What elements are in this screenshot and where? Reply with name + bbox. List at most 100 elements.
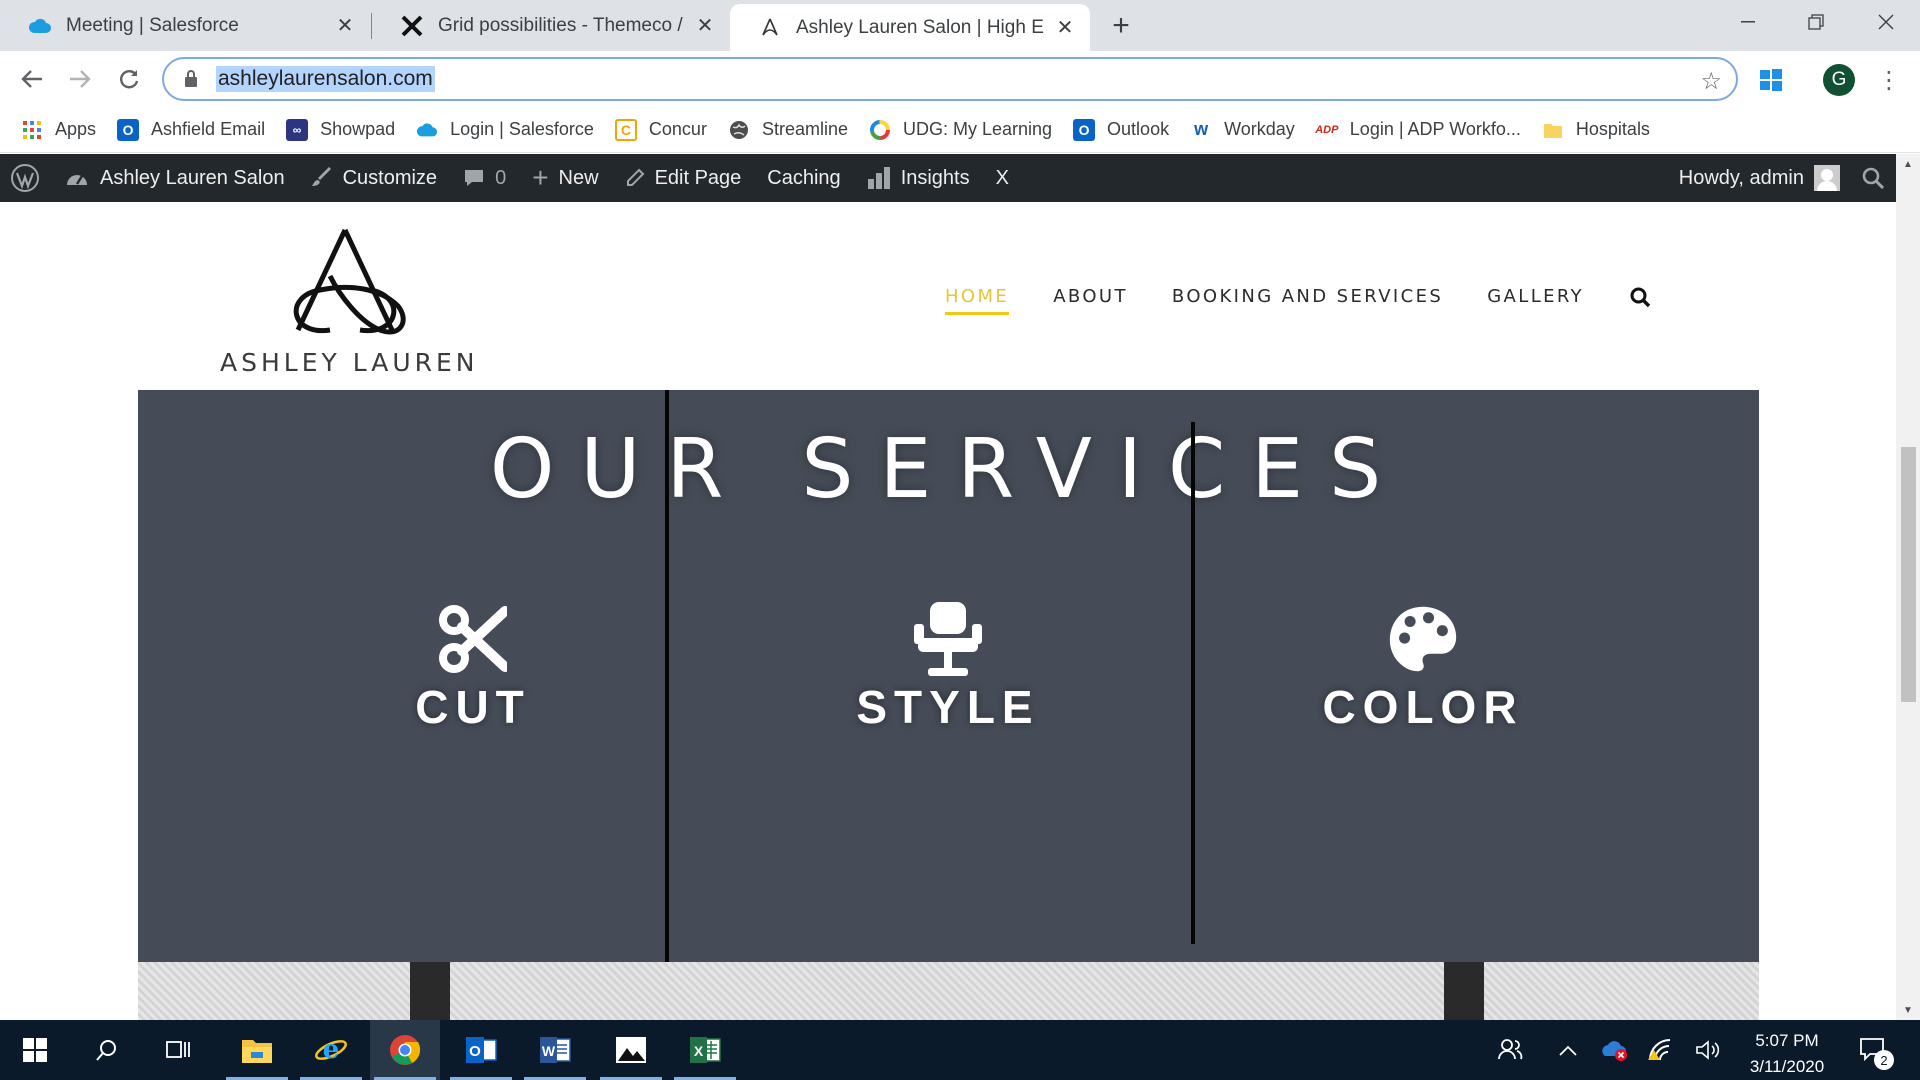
page-scrollbar[interactable]: ▲ ▼ [1896,154,1920,1020]
bookmark-login-salesforce[interactable]: Login | Salesforce [416,119,594,141]
tab-salesforce[interactable]: Meeting | Salesforce ✕ [0,0,370,51]
wordpress-logo-icon[interactable] [10,163,40,193]
photo-detail [1444,962,1484,1020]
service-label: CUT [415,681,531,733]
bookmark-workday[interactable]: w Workday [1190,119,1295,141]
adminbar-insights[interactable]: Insights [867,167,970,190]
adminbar-customize[interactable]: Customize [311,167,437,190]
tab-ashley-lauren[interactable]: Ashley Lauren Salon | High End H ✕ [730,4,1090,51]
windows-taskbar: e O W X 5:07 PM 3/11/2020 2 [0,1020,1920,1080]
wifi-icon[interactable] [1642,1020,1678,1080]
main-navigation: HOME ABOUT BOOKING AND SERVICES GALLERY [945,286,1651,315]
chrome-menu-icon[interactable]: ⋮ [1872,63,1906,97]
salon-chair-icon [913,602,983,676]
excel-icon[interactable]: X [670,1020,740,1080]
tray-chevron-up-icon[interactable] [1552,1020,1584,1080]
salesforce-cloud-icon [28,14,52,38]
bookmarks-bar: Apps O Ashfield Email ∞ Showpad Login | … [0,107,1920,153]
bookmark-hospitals[interactable]: Hospitals [1542,119,1650,141]
scrollbar-thumb[interactable] [1901,447,1916,702]
action-center-icon[interactable]: 2 [1852,1020,1896,1080]
photo-detail [410,962,450,1020]
service-label: STYLE [856,681,1040,733]
bookmark-apps[interactable]: Apps [21,119,96,141]
plus-icon: + [532,162,549,193]
photos-icon[interactable] [596,1020,666,1080]
close-tab-icon[interactable]: ✕ [1052,15,1078,41]
clock-time: 5:07 PM [1755,1031,1819,1050]
admin-avatar[interactable] [1814,165,1840,191]
scroll-up-arrow-icon[interactable]: ▲ [1896,154,1920,174]
search-icon[interactable] [72,1020,142,1080]
search-icon[interactable] [1862,167,1884,189]
adminbar-edit-page[interactable]: Edit Page [625,167,741,190]
salon-photo-strip [138,962,1759,1020]
paintbrush-icon [311,167,333,189]
address-bar[interactable]: ashleylaurensalon.com ☆ [162,57,1738,101]
scroll-down-arrow-icon[interactable]: ▼ [1896,1000,1920,1020]
word-icon[interactable]: W [520,1020,590,1080]
system-clock[interactable]: 5:07 PM 3/11/2020 [1732,1028,1842,1080]
svg-text:O: O [469,1043,481,1060]
pencil-icon [625,168,645,188]
adminbar-caching[interactable]: Caching [767,167,840,190]
file-explorer-icon[interactable] [222,1020,292,1080]
onedrive-error-icon[interactable] [1596,1020,1632,1080]
outlook-icon: O [1073,118,1096,141]
minimize-button[interactable] [1714,0,1782,44]
restore-button[interactable] [1782,0,1850,44]
bar-chart-icon [867,167,891,189]
profile-button[interactable]: G [1822,63,1856,97]
tab-themeco[interactable]: Grid possibilities - Themeco / Su ✕ [372,0,730,51]
adminbar-new[interactable]: + New [532,162,598,194]
new-tab-button[interactable]: + [1104,9,1138,42]
windows-start-icon[interactable] [0,1020,70,1080]
internet-explorer-icon[interactable]: e [296,1020,366,1080]
bookmark-ashfield-email[interactable]: O Ashfield Email [117,118,265,141]
back-button[interactable] [14,61,50,97]
globe-icon [728,119,750,141]
windows-extension-icon[interactable] [1754,63,1788,97]
adminbar-comments[interactable]: 0 [463,167,506,190]
adminbar-site-name[interactable]: Ashley Lauren Salon [64,167,285,190]
nav-booking-and-services[interactable]: BOOKING AND SERVICES [1172,286,1443,315]
bookmark-concur[interactable]: C Concur [614,118,707,141]
close-tab-icon[interactable]: ✕ [692,13,718,39]
service-color[interactable]: COLOR [1273,602,1573,734]
svg-text:e: e [323,1035,340,1065]
close-tab-icon[interactable]: ✕ [332,13,358,39]
close-window-button[interactable] [1852,0,1920,44]
reload-button[interactable] [111,61,147,97]
bookmark-outlook[interactable]: O Outlook [1073,118,1169,141]
logo-text: ASHLEY LAUREN [220,348,479,377]
nav-about[interactable]: ABOUT [1053,286,1128,315]
ashley-lauren-logo-icon [758,16,782,40]
nav-home[interactable]: HOME [945,286,1010,315]
apps-grid-icon [21,119,43,141]
bookmark-streamline[interactable]: Streamline [728,119,848,141]
column-divider [665,390,669,962]
salesforce-cloud-icon [416,119,438,141]
chrome-icon[interactable] [370,1020,440,1080]
dashboard-gauge-icon [64,167,90,189]
task-view-icon[interactable] [144,1020,214,1080]
adminbar-account: Howdy, admin [1679,154,1896,202]
site-logo[interactable]: ASHLEY LAUREN [210,222,475,382]
service-style[interactable]: STYLE [798,602,1098,734]
adminbar-x[interactable]: X [996,167,1009,190]
forward-button[interactable] [62,61,98,97]
notification-count-badge: 2 [1874,1050,1894,1070]
volume-icon[interactable] [1690,1020,1726,1080]
bookmark-star-icon[interactable]: ☆ [1700,67,1722,96]
people-icon[interactable] [1490,1020,1530,1080]
url-text[interactable]: ashleylaurensalon.com [216,66,435,92]
howdy-text[interactable]: Howdy, admin [1679,167,1804,190]
bookmark-adp[interactable]: ADP Login | ADP Workfo... [1315,119,1521,141]
reload-icon [120,70,139,89]
nav-gallery[interactable]: GALLERY [1487,286,1584,315]
service-cut[interactable]: CUT [323,602,623,734]
search-icon[interactable] [1630,287,1651,308]
bookmark-udg-learning[interactable]: UDG: My Learning [869,119,1052,141]
outlook-icon[interactable]: O [446,1020,516,1080]
bookmark-showpad[interactable]: ∞ Showpad [286,118,395,141]
